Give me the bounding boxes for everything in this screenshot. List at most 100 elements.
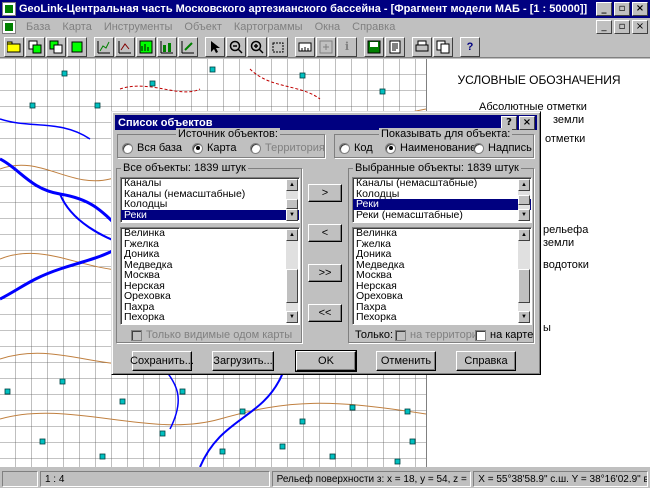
- table-chart-icon[interactable]: [157, 36, 177, 57]
- list-item-selected[interactable]: Реки: [353, 199, 531, 210]
- list-item-selected[interactable]: Реки: [121, 209, 299, 220]
- cancel-button[interactable]: Отменить: [376, 351, 436, 371]
- minimize-button[interactable]: _: [596, 2, 612, 16]
- radio-label: Вся база: [137, 142, 183, 154]
- list-item[interactable]: Каналы (немасштабные): [353, 178, 531, 189]
- print-icon[interactable]: [412, 36, 432, 57]
- scrollbar[interactable]: ▲ ▼: [286, 179, 298, 221]
- show-caption-radio[interactable]: Надпись: [473, 142, 532, 154]
- list-item[interactable]: Колодцы: [121, 199, 299, 210]
- menu-cartograms[interactable]: Картограммы: [228, 21, 309, 33]
- open-folder-icon[interactable]: [4, 36, 24, 57]
- zoom-out-icon[interactable]: [226, 36, 246, 57]
- menu-tools[interactable]: Инструменты: [98, 21, 179, 33]
- bar-chart-icon[interactable]: [136, 36, 156, 57]
- menu-object[interactable]: Объект: [178, 21, 227, 33]
- zoom-area-icon[interactable]: [268, 36, 288, 57]
- list-item[interactable]: Доника: [353, 249, 531, 260]
- all-types-list[interactable]: Каналы Каналы (немасштабные) Колодцы Рек…: [120, 177, 300, 223]
- source-map-radio[interactable]: Карта: [192, 142, 236, 154]
- scroll-up-icon[interactable]: ▲: [518, 179, 530, 191]
- source-territory-radio[interactable]: Территория: [250, 142, 325, 154]
- maximize-button[interactable]: ▫: [614, 2, 630, 16]
- move-right-button[interactable]: >: [308, 184, 342, 202]
- scrollbar[interactable]: ▲ ▼: [518, 229, 530, 323]
- print-preview-icon[interactable]: [385, 36, 405, 57]
- help-icon[interactable]: ?: [460, 36, 480, 57]
- show-code-radio[interactable]: Код: [339, 142, 373, 154]
- scroll-down-icon[interactable]: ▼: [286, 311, 298, 323]
- on-map-checkbox[interactable]: на карте: [475, 329, 533, 341]
- scroll-thumb[interactable]: [518, 195, 530, 205]
- copy-layer-icon[interactable]: [46, 36, 66, 57]
- selected-types-list[interactable]: Каналы (немасштабные) Колодцы Реки Реки …: [352, 177, 532, 223]
- document-icon[interactable]: [2, 20, 16, 34]
- list-item[interactable]: Ореховка: [121, 291, 299, 302]
- chart-icon[interactable]: [94, 36, 114, 57]
- doc-minimize-button[interactable]: _: [596, 20, 612, 34]
- move-all-right-button[interactable]: >>: [308, 264, 342, 282]
- scroll-up-icon[interactable]: ▲: [518, 229, 530, 241]
- pointer-icon[interactable]: [205, 36, 225, 57]
- load-button[interactable]: Загрузить...: [212, 351, 274, 371]
- zoom-in-icon[interactable]: [247, 36, 267, 57]
- radio-circle: [122, 142, 133, 154]
- all-items-list[interactable]: Велинка Гжелка Доника Медведка Москва Не…: [120, 227, 300, 325]
- scrollbar[interactable]: ▲ ▼: [518, 179, 530, 221]
- menu-map[interactable]: Карта: [56, 21, 97, 33]
- scrollbar[interactable]: ▲ ▼: [286, 229, 298, 323]
- layers-icon[interactable]: [25, 36, 45, 57]
- menu-help[interactable]: Справка: [346, 21, 401, 33]
- menu-base[interactable]: База: [20, 21, 56, 33]
- legend-title: УСЛОВНЫЕ ОБОЗНАЧЕНИЯ: [457, 73, 621, 87]
- list-item[interactable]: Каналы: [121, 178, 299, 189]
- list-item[interactable]: Реки (немасштабные): [353, 209, 531, 221]
- scroll-down-icon[interactable]: ▼: [286, 209, 298, 221]
- toolbar: i ?: [0, 36, 650, 58]
- legend-item: земли: [543, 237, 575, 249]
- list-item[interactable]: Пехорка: [121, 312, 299, 323]
- source-all-radio[interactable]: Вся база: [122, 142, 182, 154]
- show-group: Показывать для объекта: Код Наименование…: [334, 128, 534, 158]
- radio-label: Надпись: [488, 142, 532, 154]
- list-item[interactable]: Доника: [121, 249, 299, 260]
- list-item[interactable]: Велинка: [121, 228, 299, 239]
- list-item[interactable]: Пехорка: [353, 312, 531, 323]
- scroll-thumb[interactable]: [286, 199, 298, 209]
- edit-chart-icon[interactable]: [178, 36, 198, 57]
- list-item[interactable]: Колодцы: [353, 188, 531, 200]
- list-item[interactable]: Велинка: [353, 228, 531, 239]
- scroll-up-icon[interactable]: ▲: [286, 229, 298, 241]
- doc-restore-button[interactable]: ▫: [614, 20, 630, 34]
- help-button[interactable]: Справка: [456, 351, 516, 371]
- list-item[interactable]: Ореховка: [353, 291, 531, 302]
- scroll-down-icon[interactable]: ▼: [518, 311, 530, 323]
- move-left-button[interactable]: <: [308, 224, 342, 242]
- line-chart-icon[interactable]: [115, 36, 135, 57]
- info-icon[interactable]: i: [337, 36, 357, 57]
- scroll-down-icon[interactable]: ▼: [518, 209, 530, 221]
- menu-windows[interactable]: Окна: [309, 21, 347, 33]
- close-button[interactable]: ×: [632, 2, 648, 16]
- doc-close-button[interactable]: ×: [632, 20, 648, 34]
- copy-icon[interactable]: [433, 36, 453, 57]
- paste-layer-icon[interactable]: [67, 36, 87, 57]
- measure-icon[interactable]: [295, 36, 315, 57]
- selected-objects-group: Выбранные объекты: 1839 штук Каналы (нем…: [348, 162, 534, 343]
- info-disabled-icon[interactable]: [316, 36, 336, 57]
- scroll-up-icon[interactable]: ▲: [286, 179, 298, 191]
- dialog-close-button[interactable]: ×: [519, 115, 535, 130]
- visible-only-checkbox[interactable]: Только видимые одом карты: [131, 329, 292, 341]
- status-relief: 1 : 4: [39, 471, 270, 487]
- move-all-left-button[interactable]: <<: [308, 304, 342, 322]
- scroll-thumb[interactable]: [518, 269, 530, 303]
- list-item[interactable]: Москва: [121, 270, 299, 281]
- show-name-radio[interactable]: Наименование: [385, 142, 476, 154]
- ok-button[interactable]: OK: [295, 350, 357, 372]
- list-item[interactable]: Москва: [353, 270, 531, 281]
- save-icon[interactable]: [364, 36, 384, 57]
- scroll-thumb[interactable]: [286, 269, 298, 303]
- on-territory-checkbox[interactable]: на территории: [395, 329, 484, 341]
- save-button[interactable]: Сохранить...: [130, 351, 194, 371]
- selected-items-list[interactable]: Велинка Гжелка Доника Медведка Москва Не…: [352, 227, 532, 325]
